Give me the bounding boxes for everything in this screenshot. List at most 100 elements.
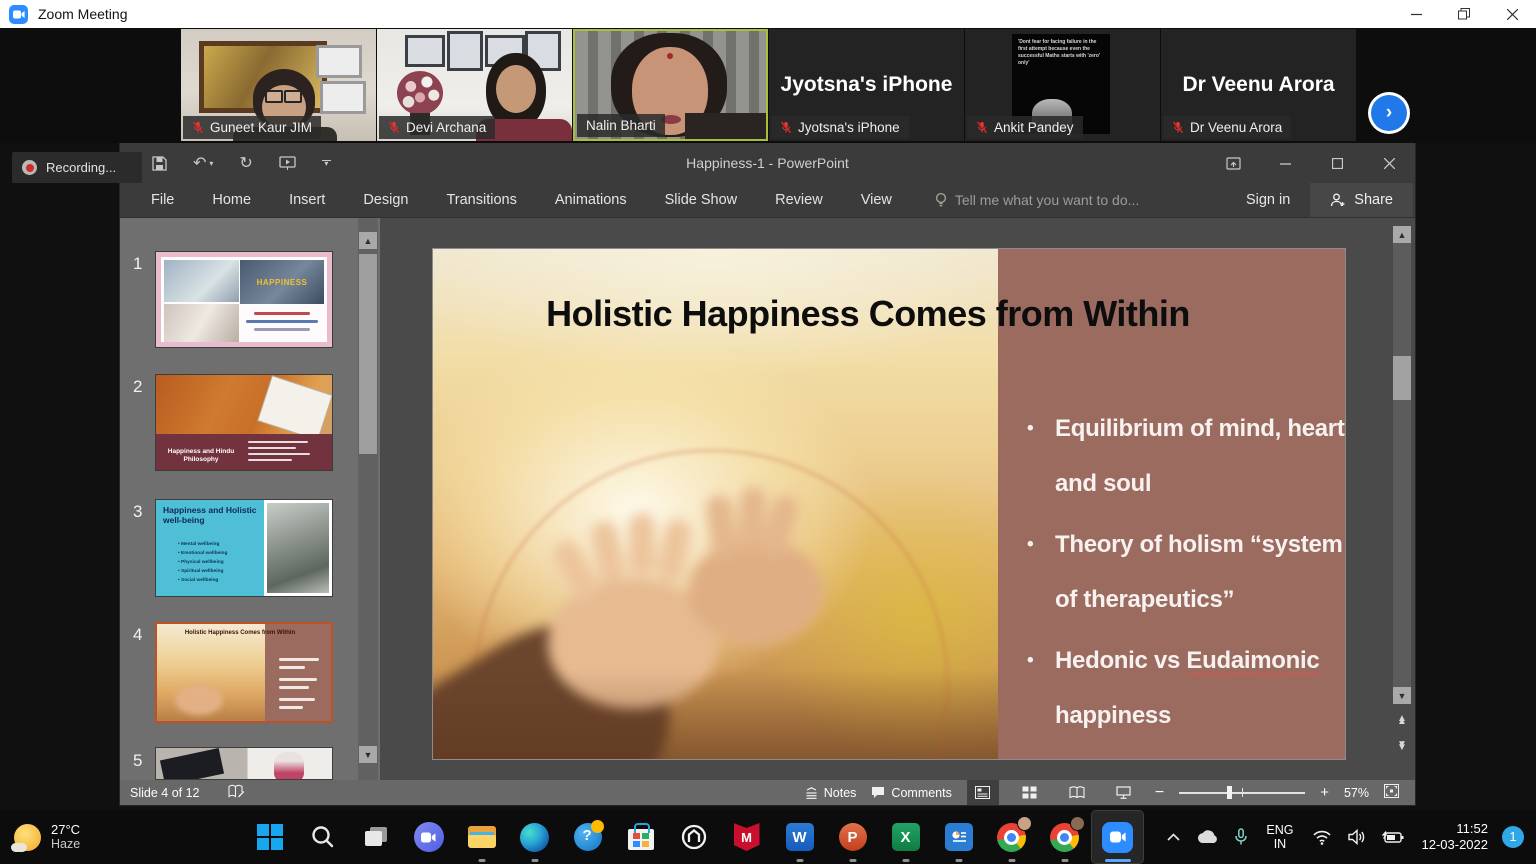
normal-view-button[interactable]: [967, 780, 999, 805]
volume-icon[interactable]: [1340, 829, 1374, 845]
weather-widget[interactable]: 27°C Haze: [14, 810, 80, 864]
search-button[interactable]: [296, 810, 349, 864]
notification-badge[interactable]: 1: [1502, 826, 1524, 848]
undo-button[interactable]: ↶▾: [193, 153, 213, 173]
tab-view[interactable]: View: [842, 183, 911, 217]
participant-tile-nalin-active-speaker[interactable]: Nalin Bharti: [573, 29, 768, 141]
language-indicator[interactable]: ENG IN: [1256, 823, 1303, 851]
reading-view-button[interactable]: [1061, 780, 1093, 805]
slide-counter[interactable]: Slide 4 of 12: [130, 786, 200, 800]
share-button[interactable]: Share: [1310, 183, 1413, 217]
mcafee-icon[interactable]: M: [720, 810, 773, 864]
ribbon-display-options-button[interactable]: [1207, 143, 1259, 183]
tab-file[interactable]: File: [132, 183, 193, 217]
mic-muted-icon: [976, 121, 988, 134]
word-icon[interactable]: W: [773, 810, 826, 864]
start-button[interactable]: [243, 810, 296, 864]
ppt-maximize-button[interactable]: [1311, 143, 1363, 183]
slide-title[interactable]: Holistic Happiness Comes from Within: [483, 293, 1253, 335]
zoom-level[interactable]: 57%: [1344, 786, 1369, 800]
redo-button[interactable]: ↻: [239, 153, 252, 173]
window-restore-button[interactable]: [1440, 0, 1488, 28]
participant-tile-veenu[interactable]: Dr Veenu Arora Dr Veenu Arora: [1161, 29, 1356, 141]
mic-muted-icon: [192, 121, 204, 134]
presentation-viewer-icon[interactable]: [932, 810, 985, 864]
slide-thumbnail-4-selected[interactable]: Holistic Happiness Comes from Within: [155, 622, 333, 723]
tab-home[interactable]: Home: [193, 183, 270, 217]
zoom-app-icon: [9, 5, 28, 24]
comments-button[interactable]: Comments: [871, 786, 951, 800]
scroll-up-button[interactable]: ▲: [359, 232, 377, 249]
next-participants-button[interactable]: ›: [1368, 92, 1410, 134]
zoom-out-button[interactable]: −: [1155, 784, 1164, 802]
search-highlights-icon[interactable]: [561, 810, 614, 864]
thumbnail-scrollbar[interactable]: ▲ ▼: [358, 218, 378, 780]
tell-me-search[interactable]: Tell me what you want to do...: [935, 192, 1139, 208]
slide-sorter-view-button[interactable]: [1014, 780, 1046, 805]
zoom-chat-app-icon[interactable]: [402, 810, 455, 864]
microphone-tray-icon[interactable]: [1226, 828, 1256, 846]
slide-thumbnail-1[interactable]: HAPPINESS: [155, 251, 333, 348]
tab-animations[interactable]: Animations: [536, 183, 646, 217]
battery-icon[interactable]: [1374, 830, 1412, 845]
notes-button[interactable]: Notes: [805, 786, 857, 800]
participant-tile-devi[interactable]: Devi Archana: [377, 29, 572, 141]
excel-icon[interactable]: X: [879, 810, 932, 864]
ppt-minimize-button[interactable]: [1259, 143, 1311, 183]
scrollbar-thumb[interactable]: [1393, 356, 1411, 400]
misspelled-word: Eudaimonic: [1186, 647, 1319, 674]
edge-browser-icon[interactable]: [508, 810, 561, 864]
customize-qat-button[interactable]: ▾: [322, 160, 331, 166]
zoom-meeting-app-active[interactable]: [1091, 810, 1144, 864]
ppt-close-button[interactable]: [1363, 143, 1415, 183]
tab-design[interactable]: Design: [344, 183, 427, 217]
fit-slide-to-window-button[interactable]: [1384, 784, 1399, 801]
slide-canvas[interactable]: Holistic Happiness Comes from Within Equ…: [433, 249, 1345, 759]
flower-bouquet: [397, 71, 443, 115]
previous-slide-button[interactable]: ▲▲: [1393, 710, 1411, 730]
scroll-down-button[interactable]: ▼: [1393, 687, 1411, 704]
tray-chevron-up[interactable]: [1159, 833, 1188, 841]
proofing-status-icon[interactable]: [228, 784, 245, 802]
quick-access-toolbar: ↶▾ ↻ ▾: [152, 153, 331, 173]
scrollbar-thumb[interactable]: [359, 254, 377, 454]
slide-thumbnail-5[interactable]: [155, 747, 333, 780]
clock[interactable]: 11:52 12-03-2022: [1412, 821, 1499, 853]
file-explorer-icon[interactable]: [455, 810, 508, 864]
participant-tile-guneet[interactable]: Guneet Kaur JIM: [181, 29, 376, 141]
zoom-in-button[interactable]: +: [1320, 784, 1329, 801]
recording-indicator[interactable]: Recording...: [12, 152, 142, 183]
scroll-up-button[interactable]: ▲: [1393, 226, 1411, 243]
slide-thumbnail-2[interactable]: Happiness and Hindu Philosophy: [155, 374, 333, 471]
participant-tile-ankit[interactable]: 'Dont fear for facing failure in the fir…: [965, 29, 1160, 141]
task-view-button[interactable]: [349, 810, 402, 864]
slide-bullet-list[interactable]: Equilibrium of mind, heart and soul Theo…: [1025, 401, 1345, 749]
slide-show-view-button[interactable]: [1108, 780, 1140, 805]
slide-editing-area: Holistic Happiness Comes from Within Equ…: [380, 218, 1415, 780]
zoom-slider-thumb[interactable]: [1227, 786, 1232, 799]
chrome-profile1-icon[interactable]: [985, 810, 1038, 864]
window-close-button[interactable]: [1488, 0, 1536, 28]
wifi-icon[interactable]: [1304, 829, 1340, 845]
tab-insert[interactable]: Insert: [270, 183, 344, 217]
slide-thumbnail-3[interactable]: Happiness and Holistic well-being Mental…: [155, 499, 333, 597]
start-from-beginning-button[interactable]: [279, 156, 296, 171]
bullet-item: Hedonic vs Eudaimonic happiness: [1025, 633, 1345, 743]
sign-in-button[interactable]: Sign in: [1226, 192, 1310, 208]
office-app-icon[interactable]: [667, 810, 720, 864]
tab-slide-show[interactable]: Slide Show: [646, 183, 757, 217]
scroll-down-button[interactable]: ▼: [359, 746, 377, 763]
tab-review[interactable]: Review: [756, 183, 842, 217]
slide-scrollbar[interactable]: ▲ ▼ ▲▲ ▼▼: [1392, 226, 1412, 774]
ribbon-tab-bar: File Home Insert Design Transitions Anim…: [120, 183, 1415, 218]
powerpoint-icon[interactable]: P: [826, 810, 879, 864]
zoom-slider[interactable]: [1179, 780, 1305, 805]
participant-tile-jyotsna[interactable]: Jyotsna's iPhone Jyotsna's iPhone: [769, 29, 964, 141]
onedrive-icon[interactable]: [1188, 830, 1226, 844]
chrome-profile2-icon[interactable]: [1038, 810, 1091, 864]
window-minimize-button[interactable]: [1392, 0, 1440, 28]
next-slide-button[interactable]: ▼▼: [1393, 736, 1411, 756]
save-button[interactable]: [152, 156, 167, 171]
microsoft-store-icon[interactable]: [614, 810, 667, 864]
tab-transitions[interactable]: Transitions: [427, 183, 535, 217]
